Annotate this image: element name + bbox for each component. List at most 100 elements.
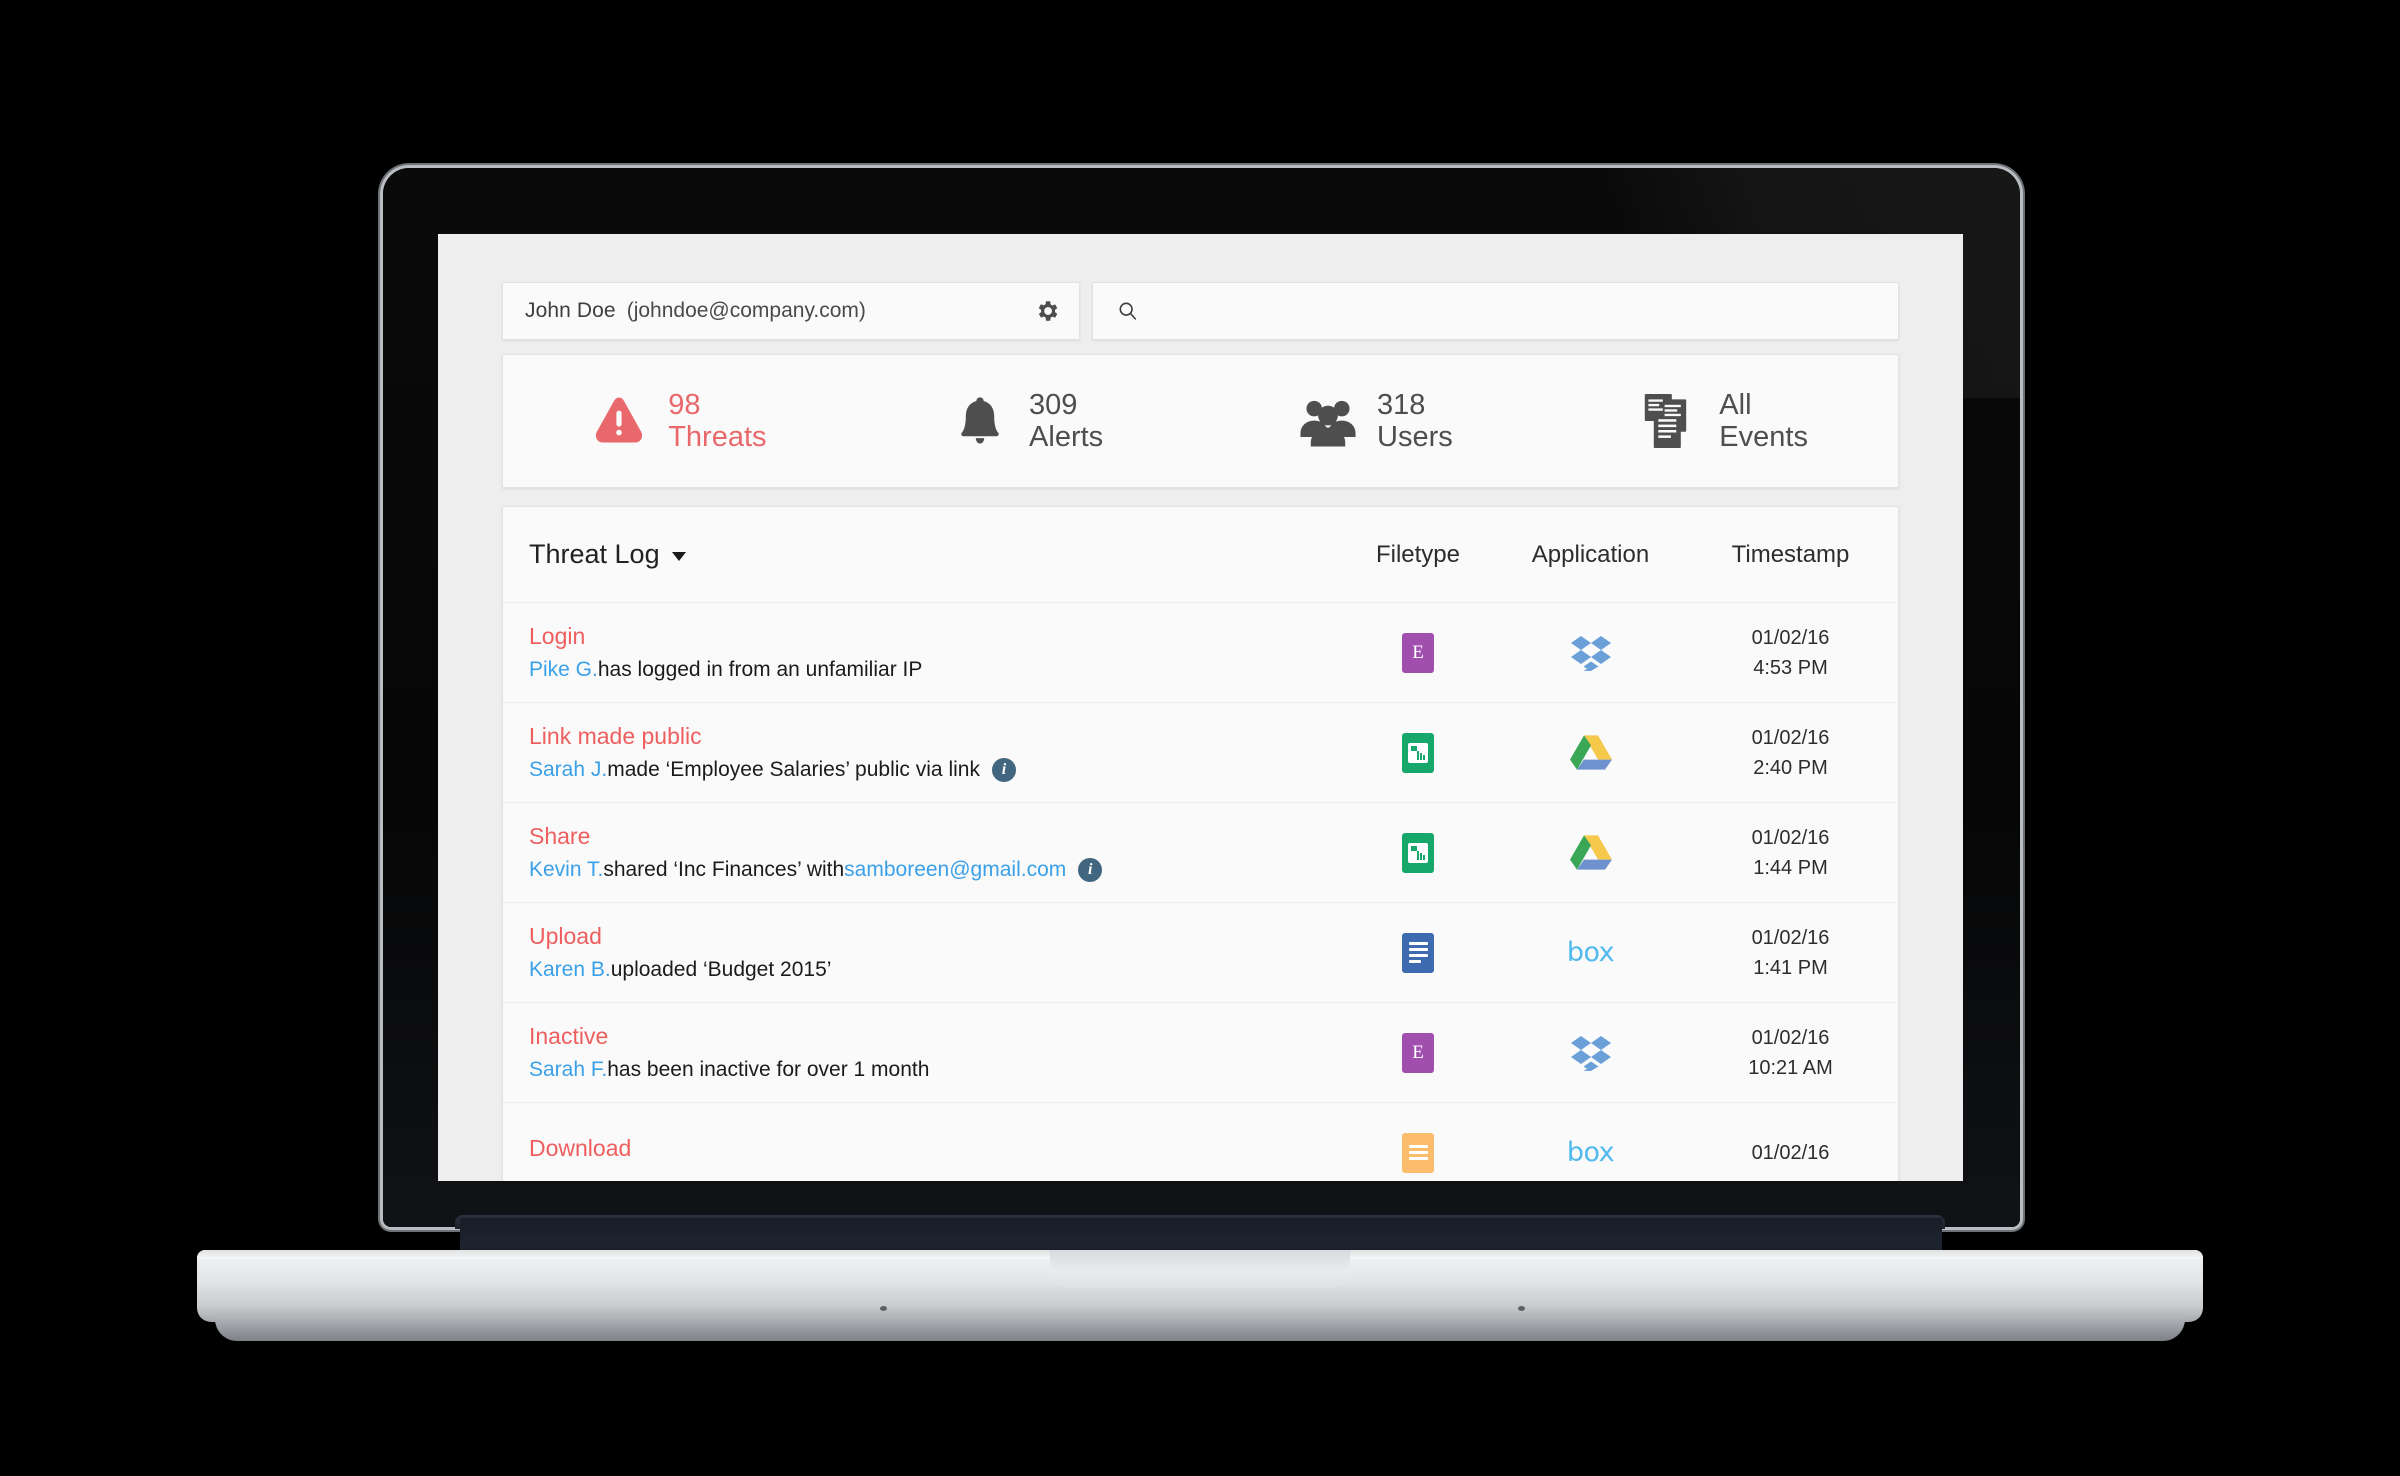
- row-event-type: Inactive: [529, 1023, 609, 1049]
- search-input[interactable]: [1151, 299, 1776, 323]
- search-icon: [1117, 300, 1139, 322]
- search-bar[interactable]: [1092, 282, 1899, 340]
- google-drive-icon: [1568, 833, 1614, 873]
- laptop-mockup: John Doe (johndoe@company.com) 98 Threat…: [0, 0, 2400, 1476]
- stat-events-number: All: [1719, 388, 1752, 421]
- stat-all-events[interactable]: All Events: [1549, 389, 1898, 454]
- trackpad-notch: [1050, 1250, 1350, 1288]
- row-time: 1:44 PM: [1753, 856, 1828, 879]
- stat-users-number: 318: [1377, 388, 1426, 421]
- table-header: Threat Log Filetype Application Timestam…: [503, 507, 1898, 603]
- row-filetype-cell: [1338, 832, 1498, 873]
- info-icon[interactable]: i: [1078, 858, 1103, 882]
- row-description-cell: Login Pike G. has logged in from an unfam…: [503, 623, 1338, 682]
- row-text: has been inactive for over 1 month: [607, 1058, 930, 1081]
- row-timestamp-cell: 01/02/16: [1683, 1138, 1898, 1168]
- table-row[interactable]: Link made public Sarah J. made ‘Employee …: [503, 703, 1898, 803]
- row-description-cell: Inactive Sarah F. has been inactive for o…: [503, 1023, 1338, 1082]
- table-title: Threat Log: [529, 539, 660, 569]
- row-filetype-cell: [1338, 732, 1498, 773]
- account-name: John Doe: [525, 299, 616, 322]
- account-selector[interactable]: John Doe (johndoe@company.com): [502, 282, 1080, 340]
- row-application-cell: box: [1498, 1133, 1683, 1173]
- row-timestamp-cell: 01/02/16 1:44 PM: [1683, 823, 1898, 883]
- dropbox-icon: [1568, 1033, 1614, 1073]
- row-link[interactable]: samboreen@gmail.com: [844, 858, 1066, 882]
- threat-log-sort-header[interactable]: Threat Log: [503, 539, 1338, 570]
- bell-icon: [949, 390, 1011, 452]
- row-actor[interactable]: Sarah F.: [529, 1058, 607, 1082]
- row-event-type: Share: [529, 823, 591, 849]
- stat-threats-number: 98: [668, 388, 701, 421]
- row-event-type: Login: [529, 623, 586, 649]
- stat-events-label: Events: [1719, 421, 1808, 453]
- row-application-cell: [1498, 633, 1683, 673]
- stat-alerts-text: 309 Alerts: [1029, 389, 1103, 454]
- row-description-cell: Share Kevin T. shared ‘Inc Finances’ with…: [503, 823, 1338, 882]
- row-actor[interactable]: Karen B.: [529, 958, 611, 982]
- row-event-type: Download: [529, 1135, 632, 1161]
- row-filetype-cell: [1338, 1132, 1498, 1173]
- info-icon[interactable]: i: [991, 758, 1016, 782]
- top-bar: John Doe (johndoe@company.com): [502, 282, 1899, 340]
- row-date: 01/02/16: [1751, 726, 1830, 749]
- row-actor[interactable]: Sarah J.: [529, 758, 607, 782]
- gear-icon[interactable]: [1033, 297, 1061, 325]
- row-detail: Pike G. has logged in from an unfamiliar…: [529, 658, 1338, 682]
- stat-events-text: All Events: [1719, 389, 1808, 454]
- row-description-cell: Download: [503, 1135, 1338, 1170]
- google-drive-icon: [1568, 733, 1614, 773]
- row-description-cell: Link made public Sarah J. made ‘Employee …: [503, 723, 1338, 782]
- stat-users-label: Users: [1377, 421, 1453, 453]
- row-detail: Kevin T. shared ‘Inc Finances’ with samb…: [529, 858, 1338, 882]
- stat-threats-label: Threats: [668, 421, 767, 453]
- row-actor[interactable]: Kevin T.: [529, 858, 603, 882]
- stat-threats[interactable]: 98 Threats: [503, 389, 852, 454]
- row-timestamp-cell: 01/02/16 2:40 PM: [1683, 723, 1898, 783]
- stat-alerts[interactable]: 309 Alerts: [852, 389, 1201, 454]
- table-row[interactable]: Download box 01/02/16: [503, 1103, 1898, 1181]
- row-event-type: Link made public: [529, 723, 702, 749]
- table-row[interactable]: Upload Karen B. uploaded ‘Budget 2015’ box…: [503, 903, 1898, 1003]
- table-row[interactable]: Share Kevin T. shared ‘Inc Finances’ with…: [503, 803, 1898, 903]
- excel-purple-e-icon: E: [1402, 632, 1434, 673]
- row-filetype-cell: [1338, 932, 1498, 973]
- column-header-application: Application: [1531, 540, 1650, 568]
- table-row[interactable]: Inactive Sarah F. has been inactive for o…: [503, 1003, 1898, 1103]
- table-row[interactable]: Login Pike G. has logged in from an unfam…: [503, 603, 1898, 703]
- row-detail: Sarah J. made ‘Employee Salaries’ public…: [529, 758, 1338, 782]
- row-application-cell: [1498, 833, 1683, 873]
- stat-users[interactable]: 318 Users: [1201, 389, 1550, 454]
- stat-alerts-label: Alerts: [1029, 421, 1104, 453]
- column-header-timestamp: Timestamp: [1731, 540, 1850, 568]
- row-time: 1:41 PM: [1753, 956, 1828, 979]
- warning-triangle-icon: [588, 390, 650, 452]
- row-time: 4:53 PM: [1753, 656, 1828, 679]
- row-date: 01/02/16: [1751, 826, 1830, 849]
- row-detail: Karen B. uploaded ‘Budget 2015’: [529, 958, 1338, 982]
- excel-purple-e-icon: E: [1402, 1032, 1434, 1073]
- base-foot-right: [1518, 1306, 1525, 1311]
- account-email: (johndoe@company.com): [626, 299, 866, 322]
- row-filetype-cell: E: [1338, 632, 1498, 673]
- row-date: 01/02/16: [1751, 1141, 1830, 1164]
- row-timestamp-cell: 01/02/16 4:53 PM: [1683, 623, 1898, 683]
- row-actor[interactable]: Pike G.: [529, 658, 598, 682]
- row-description-cell: Upload Karen B. uploaded ‘Budget 2015’: [503, 923, 1338, 982]
- row-text: made ‘Employee Salaries’ public via link: [607, 758, 980, 781]
- caret-down-icon[interactable]: [671, 552, 686, 561]
- row-text: uploaded ‘Budget 2015’: [610, 958, 832, 981]
- base-foot-left: [880, 1306, 887, 1311]
- summary-stats-bar: 98 Threats 309 Alerts 318 Users All Even…: [502, 354, 1899, 488]
- screen-viewport: John Doe (johndoe@company.com) 98 Threat…: [438, 234, 1963, 1181]
- stat-threats-text: 98 Threats: [668, 389, 766, 454]
- row-time: 10:21 AM: [1748, 1056, 1833, 1079]
- document-orange-icon: [1402, 1132, 1434, 1173]
- row-text: has logged in from an unfamiliar IP: [597, 658, 923, 681]
- row-date: 01/02/16: [1751, 626, 1830, 649]
- row-event-type: Upload: [529, 923, 602, 949]
- box-icon: box: [1566, 937, 1615, 968]
- threat-log-panel: Threat Log Filetype Application Timestam…: [502, 506, 1899, 1181]
- stat-users-text: 318 Users: [1377, 389, 1453, 454]
- row-timestamp-cell: 01/02/16 10:21 AM: [1683, 1023, 1898, 1083]
